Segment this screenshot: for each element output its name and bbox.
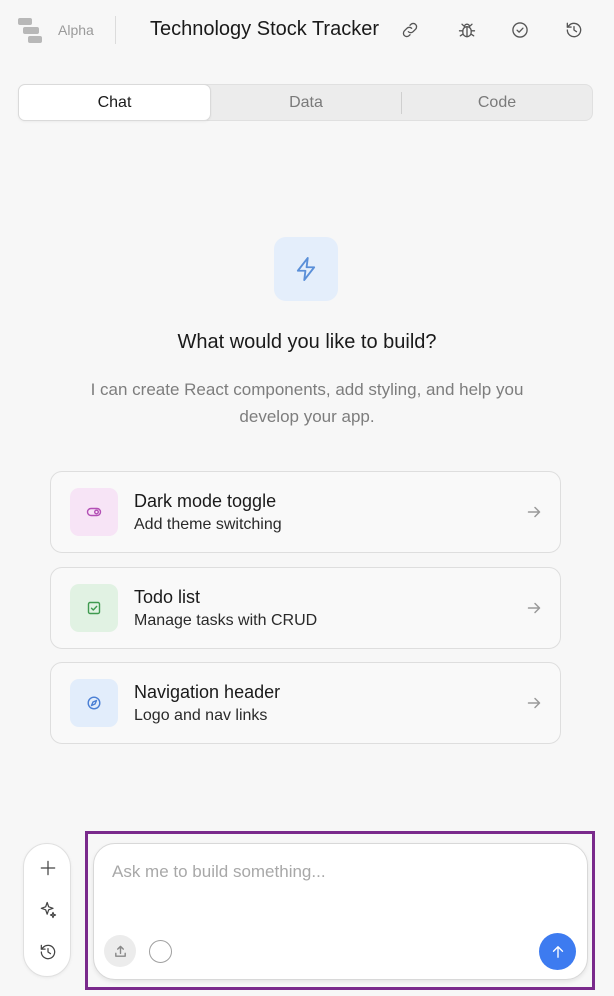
page-title: Technology Stock Tracker xyxy=(150,18,379,40)
bug-icon[interactable] xyxy=(455,18,479,42)
arrow-right-icon xyxy=(526,504,542,520)
plus-icon[interactable] xyxy=(36,856,60,880)
lightning-icon xyxy=(274,237,338,301)
upload-icon xyxy=(114,945,126,957)
header-divider xyxy=(115,16,116,44)
sparkle-icon[interactable] xyxy=(36,898,60,922)
send-button[interactable] xyxy=(539,933,576,970)
tool-rail xyxy=(23,843,71,977)
card-title: Navigation header xyxy=(134,682,281,702)
suggestion-card-dark-mode[interactable]: Dark mode toggle Add theme switching xyxy=(50,471,561,553)
hero-subtitle: I can create React components, add styli… xyxy=(90,380,524,426)
arrow-right-icon xyxy=(526,600,542,616)
link-icon[interactable] xyxy=(398,18,422,42)
chat-input[interactable] xyxy=(112,862,572,922)
top-bar: Alpha Technology Stock Tracker xyxy=(0,0,614,62)
tab-data[interactable]: Data xyxy=(211,85,401,120)
card-subtitle: Logo and nav links xyxy=(134,707,268,724)
hero-title: What would you like to build? xyxy=(177,331,437,353)
compass-icon xyxy=(70,679,118,727)
tab-chat[interactable]: Chat xyxy=(18,84,211,121)
card-subtitle: Manage tasks with CRUD xyxy=(134,612,318,629)
chat-composer xyxy=(93,843,588,980)
suggestion-card-todo[interactable]: Todo list Manage tasks with CRUD xyxy=(50,567,561,649)
alpha-badge: Alpha xyxy=(58,22,94,38)
check-circle-icon[interactable] xyxy=(508,18,532,42)
card-subtitle: Add theme switching xyxy=(134,516,282,533)
app-logo[interactable] xyxy=(18,18,44,44)
status-indicator[interactable] xyxy=(149,940,172,963)
card-title: Dark mode toggle xyxy=(134,491,277,511)
arrow-right-icon xyxy=(526,695,542,711)
checkbox-icon xyxy=(70,584,118,632)
arrow-up-icon xyxy=(552,945,563,958)
toggle-icon xyxy=(70,488,118,536)
history-icon[interactable] xyxy=(36,940,60,964)
suggestion-card-navigation[interactable]: Navigation header Logo and nav links xyxy=(50,662,561,744)
view-tabs: Chat Data Code xyxy=(18,84,593,121)
upload-button[interactable] xyxy=(104,935,136,967)
tab-code[interactable]: Code xyxy=(402,85,592,120)
history-icon[interactable] xyxy=(562,18,586,42)
card-title: Todo list xyxy=(134,587,201,607)
